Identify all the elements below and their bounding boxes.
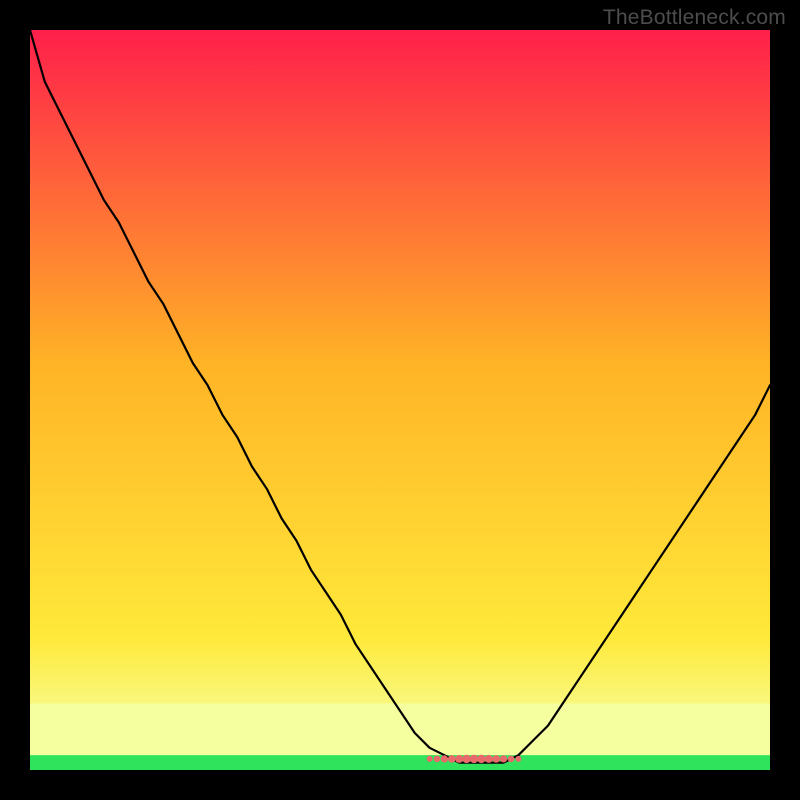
marker-dot — [448, 755, 456, 763]
marker-dot — [492, 755, 500, 763]
marker-dot — [441, 755, 448, 762]
good-band — [30, 755, 770, 770]
marker-dot — [427, 756, 433, 762]
chart-frame: TheBottleneck.com — [0, 0, 800, 800]
plot-area — [30, 30, 770, 770]
marker-dot — [462, 755, 470, 763]
marker-dot — [477, 755, 485, 763]
marker-dot — [470, 755, 478, 763]
gradient-background — [30, 30, 770, 770]
marker-dot — [508, 756, 515, 763]
marker-dot — [455, 755, 463, 763]
watermark-text: TheBottleneck.com — [603, 6, 786, 30]
marker-dot — [485, 755, 493, 763]
marker-dot — [434, 756, 441, 763]
marker-dot — [500, 755, 507, 762]
marker-dot — [515, 756, 521, 762]
bottleneck-chart — [30, 30, 770, 770]
